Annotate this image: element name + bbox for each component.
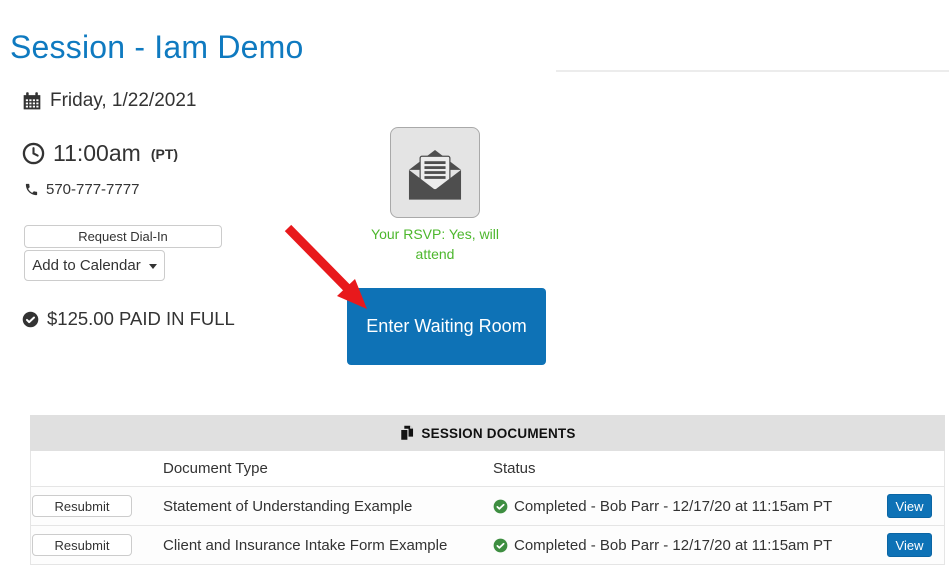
- column-status: Status: [493, 460, 536, 477]
- rsvp-status-text: Your RSVP: Yes, will attend: [371, 226, 499, 262]
- session-date-row: Friday, 1/22/2021: [22, 90, 196, 112]
- status-cell: Completed - Bob Parr - 12/17/20 at 11:15…: [514, 536, 833, 554]
- column-document-type: Document Type: [163, 460, 268, 477]
- rsvp-card[interactable]: [390, 127, 480, 218]
- session-documents-table: SESSION DOCUMENTS Document Type Status R…: [30, 415, 945, 565]
- page-title: Session - Iam Demo: [10, 29, 304, 66]
- payment-status: $125.00 PAID IN FULL: [47, 308, 235, 329]
- payment-status-row: $125.00 PAID IN FULL: [22, 308, 235, 330]
- table-row: Resubmit Client and Insurance Intake For…: [31, 525, 944, 564]
- check-circle-icon: [22, 311, 39, 328]
- documents-column-headers: Document Type Status: [31, 451, 944, 486]
- session-page: Session - Iam Demo Friday, 1/22/2021 11:…: [0, 0, 949, 576]
- add-to-calendar-button[interactable]: Add to Calendar: [24, 250, 165, 281]
- divider: [556, 70, 949, 72]
- document-type-cell: Client and Insurance Intake Form Example: [163, 536, 448, 554]
- view-button[interactable]: View: [887, 494, 932, 518]
- view-button[interactable]: View: [887, 533, 932, 557]
- session-documents-header: SESSION DOCUMENTS: [30, 415, 945, 451]
- session-phone: 570-777-7777: [46, 181, 140, 198]
- add-to-calendar-label: Add to Calendar: [32, 257, 141, 274]
- enter-waiting-room-button[interactable]: Enter Waiting Room: [347, 288, 546, 365]
- phone-icon: [24, 182, 39, 197]
- status-cell: Completed - Bob Parr - 12/17/20 at 11:15…: [514, 497, 833, 515]
- clock-icon: [22, 142, 45, 165]
- resubmit-button[interactable]: Resubmit: [32, 534, 132, 556]
- session-timezone: (PT): [150, 145, 179, 162]
- session-documents-body: Document Type Status Resubmit Statement …: [30, 451, 945, 565]
- document-type-cell: Statement of Understanding Example: [163, 497, 413, 515]
- resubmit-button[interactable]: Resubmit: [32, 495, 132, 517]
- request-dial-in-button[interactable]: Request Dial-In: [24, 225, 222, 248]
- caret-down-icon: [148, 264, 157, 269]
- check-circle-green-icon: [493, 538, 508, 553]
- session-documents-title: SESSION DOCUMENTS: [421, 425, 576, 441]
- calendar-icon: [22, 91, 42, 111]
- session-time: 11:00am: [53, 140, 141, 166]
- documents-icon: [399, 425, 414, 441]
- session-phone-row: 570-777-7777: [24, 181, 139, 198]
- open-envelope-icon: [404, 145, 466, 201]
- table-row: Resubmit Statement of Understanding Exam…: [31, 486, 944, 525]
- check-circle-green-icon: [493, 499, 508, 514]
- session-time-row: 11:00am (PT): [22, 140, 178, 167]
- session-date: Friday, 1/22/2021: [50, 90, 197, 111]
